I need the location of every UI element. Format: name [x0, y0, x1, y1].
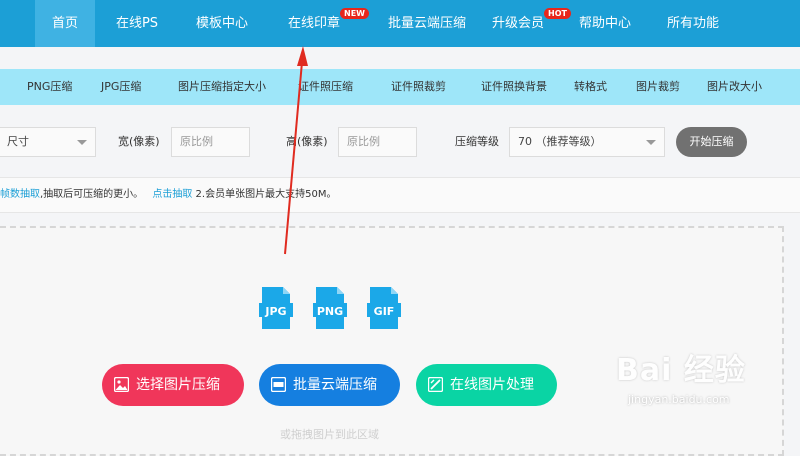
baidu-watermark: Bai 经验 jingyan.baidu.com — [612, 345, 782, 415]
arrow-shaft — [284, 61, 303, 255]
watermark-brand: Bai 经验 — [616, 353, 746, 388]
watermark-url: jingyan.baidu.com — [628, 393, 730, 406]
arrow-head — [297, 46, 308, 66]
